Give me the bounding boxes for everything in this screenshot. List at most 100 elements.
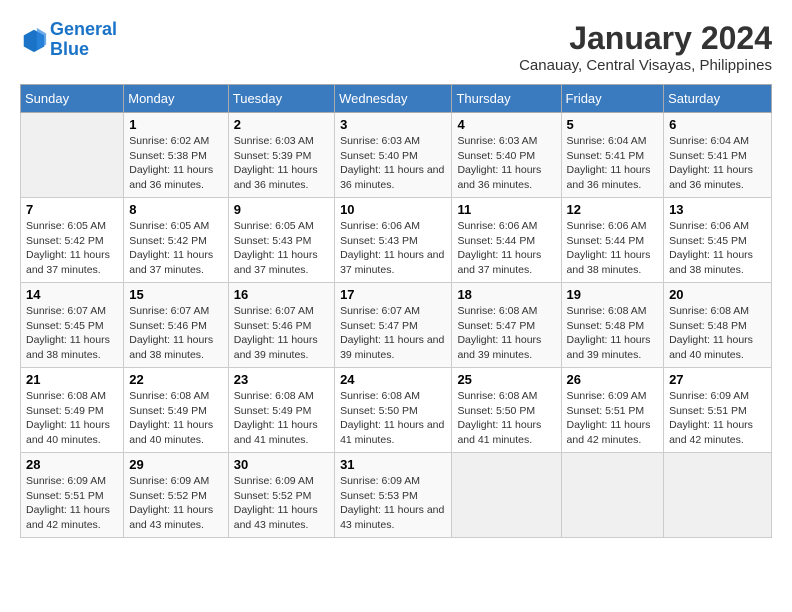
day-info: Sunrise: 6:06 AM Sunset: 5:45 PM Dayligh… <box>669 219 766 278</box>
calendar-cell: 19 Sunrise: 6:08 AM Sunset: 5:48 PM Dayl… <box>561 283 664 368</box>
calendar-cell: 3 Sunrise: 6:03 AM Sunset: 5:40 PM Dayli… <box>335 113 452 198</box>
sunset-time: Sunset: 5:43 PM <box>234 235 312 247</box>
page-title: January 2024 <box>519 20 772 57</box>
calendar-cell: 24 Sunrise: 6:08 AM Sunset: 5:50 PM Dayl… <box>335 368 452 453</box>
daylight-hours: Daylight: 11 hours and 40 minutes. <box>129 419 213 446</box>
calendar-cell <box>452 453 561 538</box>
sunset-time: Sunset: 5:41 PM <box>669 150 747 162</box>
sunrise-time: Sunrise: 6:08 AM <box>457 305 537 317</box>
day-info: Sunrise: 6:09 AM Sunset: 5:51 PM Dayligh… <box>669 389 766 448</box>
calendar-cell: 16 Sunrise: 6:07 AM Sunset: 5:46 PM Dayl… <box>228 283 334 368</box>
calendar-cell: 9 Sunrise: 6:05 AM Sunset: 5:43 PM Dayli… <box>228 198 334 283</box>
sunset-time: Sunset: 5:52 PM <box>234 490 312 502</box>
day-info: Sunrise: 6:08 AM Sunset: 5:48 PM Dayligh… <box>567 304 659 363</box>
day-info: Sunrise: 6:09 AM Sunset: 5:53 PM Dayligh… <box>340 474 446 533</box>
daylight-hours: Daylight: 11 hours and 38 minutes. <box>129 334 213 361</box>
calendar-cell: 18 Sunrise: 6:08 AM Sunset: 5:47 PM Dayl… <box>452 283 561 368</box>
day-info: Sunrise: 6:06 AM Sunset: 5:44 PM Dayligh… <box>567 219 659 278</box>
day-info: Sunrise: 6:04 AM Sunset: 5:41 PM Dayligh… <box>567 134 659 193</box>
day-number: 1 <box>129 117 223 132</box>
sunrise-time: Sunrise: 6:06 AM <box>669 220 749 232</box>
day-number: 5 <box>567 117 659 132</box>
sunset-time: Sunset: 5:49 PM <box>129 405 207 417</box>
calendar-week-row: 14 Sunrise: 6:07 AM Sunset: 5:45 PM Dayl… <box>21 283 772 368</box>
day-info: Sunrise: 6:02 AM Sunset: 5:38 PM Dayligh… <box>129 134 223 193</box>
daylight-hours: Daylight: 11 hours and 43 minutes. <box>129 504 213 531</box>
day-number: 29 <box>129 457 223 472</box>
day-info: Sunrise: 6:07 AM Sunset: 5:47 PM Dayligh… <box>340 304 446 363</box>
sunset-time: Sunset: 5:51 PM <box>669 405 747 417</box>
calendar-cell: 28 Sunrise: 6:09 AM Sunset: 5:51 PM Dayl… <box>21 453 124 538</box>
calendar-cell: 30 Sunrise: 6:09 AM Sunset: 5:52 PM Dayl… <box>228 453 334 538</box>
daylight-hours: Daylight: 11 hours and 42 minutes. <box>567 419 651 446</box>
sunset-time: Sunset: 5:46 PM <box>234 320 312 332</box>
calendar-cell: 31 Sunrise: 6:09 AM Sunset: 5:53 PM Dayl… <box>335 453 452 538</box>
calendar-week-row: 1 Sunrise: 6:02 AM Sunset: 5:38 PM Dayli… <box>21 113 772 198</box>
daylight-hours: Daylight: 11 hours and 36 minutes. <box>669 164 753 191</box>
header-sunday: Sunday <box>21 85 124 113</box>
daylight-hours: Daylight: 11 hours and 36 minutes. <box>340 164 444 191</box>
day-number: 11 <box>457 202 555 217</box>
day-info: Sunrise: 6:09 AM Sunset: 5:51 PM Dayligh… <box>567 389 659 448</box>
day-number: 15 <box>129 287 223 302</box>
sunset-time: Sunset: 5:44 PM <box>457 235 535 247</box>
sunset-time: Sunset: 5:49 PM <box>26 405 104 417</box>
day-info: Sunrise: 6:08 AM Sunset: 5:47 PM Dayligh… <box>457 304 555 363</box>
day-number: 4 <box>457 117 555 132</box>
day-number: 7 <box>26 202 118 217</box>
daylight-hours: Daylight: 11 hours and 36 minutes. <box>234 164 318 191</box>
day-number: 3 <box>340 117 446 132</box>
day-number: 27 <box>669 372 766 387</box>
calendar-cell: 22 Sunrise: 6:08 AM Sunset: 5:49 PM Dayl… <box>124 368 229 453</box>
sunset-time: Sunset: 5:51 PM <box>567 405 645 417</box>
calendar-cell: 26 Sunrise: 6:09 AM Sunset: 5:51 PM Dayl… <box>561 368 664 453</box>
day-number: 9 <box>234 202 329 217</box>
calendar-cell: 21 Sunrise: 6:08 AM Sunset: 5:49 PM Dayl… <box>21 368 124 453</box>
sunset-time: Sunset: 5:46 PM <box>129 320 207 332</box>
day-info: Sunrise: 6:07 AM Sunset: 5:45 PM Dayligh… <box>26 304 118 363</box>
title-block: January 2024 Canauay, Central Visayas, P… <box>519 20 772 74</box>
day-info: Sunrise: 6:08 AM Sunset: 5:50 PM Dayligh… <box>457 389 555 448</box>
logo-icon <box>20 26 48 54</box>
day-number: 10 <box>340 202 446 217</box>
sunset-time: Sunset: 5:48 PM <box>669 320 747 332</box>
logo: General Blue <box>20 20 117 60</box>
sunset-time: Sunset: 5:41 PM <box>567 150 645 162</box>
sunset-time: Sunset: 5:52 PM <box>129 490 207 502</box>
day-number: 21 <box>26 372 118 387</box>
daylight-hours: Daylight: 11 hours and 37 minutes. <box>26 249 110 276</box>
sunrise-time: Sunrise: 6:06 AM <box>340 220 420 232</box>
day-info: Sunrise: 6:06 AM Sunset: 5:43 PM Dayligh… <box>340 219 446 278</box>
day-number: 20 <box>669 287 766 302</box>
daylight-hours: Daylight: 11 hours and 37 minutes. <box>234 249 318 276</box>
calendar-cell: 1 Sunrise: 6:02 AM Sunset: 5:38 PM Dayli… <box>124 113 229 198</box>
sunrise-time: Sunrise: 6:08 AM <box>340 390 420 402</box>
calendar-cell: 7 Sunrise: 6:05 AM Sunset: 5:42 PM Dayli… <box>21 198 124 283</box>
sunrise-time: Sunrise: 6:08 AM <box>567 305 647 317</box>
header-monday: Monday <box>124 85 229 113</box>
header-tuesday: Tuesday <box>228 85 334 113</box>
daylight-hours: Daylight: 11 hours and 36 minutes. <box>457 164 541 191</box>
sunrise-time: Sunrise: 6:03 AM <box>457 135 537 147</box>
day-info: Sunrise: 6:08 AM Sunset: 5:49 PM Dayligh… <box>129 389 223 448</box>
calendar-cell: 25 Sunrise: 6:08 AM Sunset: 5:50 PM Dayl… <box>452 368 561 453</box>
day-info: Sunrise: 6:08 AM Sunset: 5:49 PM Dayligh… <box>234 389 329 448</box>
header-thursday: Thursday <box>452 85 561 113</box>
sunrise-time: Sunrise: 6:09 AM <box>340 475 420 487</box>
sunrise-time: Sunrise: 6:02 AM <box>129 135 209 147</box>
sunset-time: Sunset: 5:39 PM <box>234 150 312 162</box>
sunrise-time: Sunrise: 6:09 AM <box>26 475 106 487</box>
calendar-cell: 17 Sunrise: 6:07 AM Sunset: 5:47 PM Dayl… <box>335 283 452 368</box>
daylight-hours: Daylight: 11 hours and 42 minutes. <box>669 419 753 446</box>
sunrise-time: Sunrise: 6:08 AM <box>457 390 537 402</box>
sunset-time: Sunset: 5:53 PM <box>340 490 418 502</box>
sunrise-time: Sunrise: 6:03 AM <box>234 135 314 147</box>
daylight-hours: Daylight: 11 hours and 36 minutes. <box>129 164 213 191</box>
daylight-hours: Daylight: 11 hours and 38 minutes. <box>567 249 651 276</box>
day-info: Sunrise: 6:03 AM Sunset: 5:40 PM Dayligh… <box>340 134 446 193</box>
calendar-cell: 27 Sunrise: 6:09 AM Sunset: 5:51 PM Dayl… <box>664 368 772 453</box>
calendar-cell: 13 Sunrise: 6:06 AM Sunset: 5:45 PM Dayl… <box>664 198 772 283</box>
daylight-hours: Daylight: 11 hours and 43 minutes. <box>234 504 318 531</box>
sunset-time: Sunset: 5:43 PM <box>340 235 418 247</box>
day-number: 19 <box>567 287 659 302</box>
